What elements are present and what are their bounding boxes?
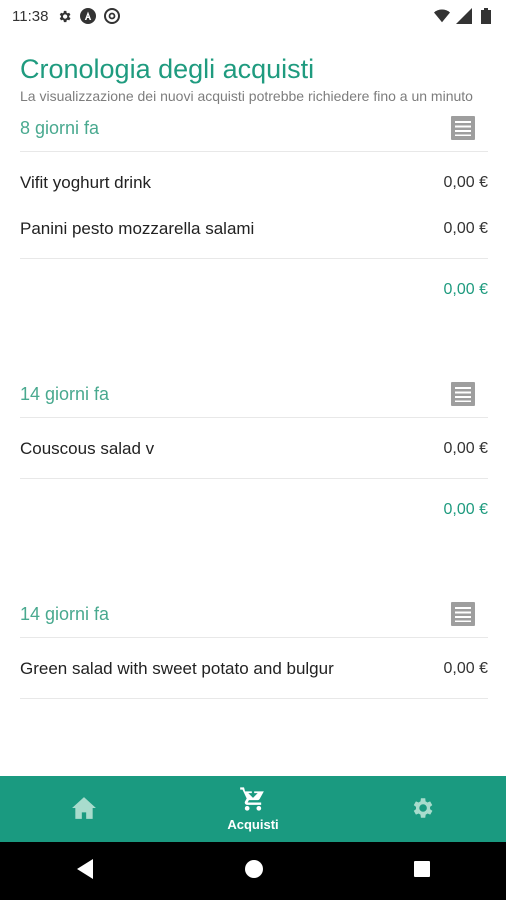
system-nav-bar [0,842,506,900]
item-name: Vifit yoghurt drink [20,173,152,192]
status-right [434,8,494,24]
item-price: 0,00 € [443,174,488,191]
receipt-icon[interactable] [450,115,476,141]
items-list: Couscous salad v 0,00 € [20,418,488,479]
item-name: Couscous salad v [20,439,155,458]
wifi-icon [434,8,450,24]
gear-icon [56,8,72,24]
list-item[interactable]: Panini pesto mozzarella salami 0,00 € [20,206,488,252]
list-item[interactable]: Couscous salad v 0,00 € [20,426,488,472]
nav-label: Acquisti [227,817,279,832]
gear-icon [409,795,435,824]
page-subtitle: La visualizzazione dei nuovi acquisti po… [20,88,473,104]
receipt-icon[interactable] [450,601,476,627]
home-icon [71,796,97,823]
back-icon[interactable] [75,858,95,885]
group-date: 14 giorni fa [20,603,110,624]
group-date: 8 giorni fa [20,117,100,138]
item-name: Green salad with sweet potato and bulgur [20,659,334,678]
item-name: Panini pesto mozzarella salami [20,219,255,238]
receipt-icon[interactable] [450,381,476,407]
list-item[interactable]: Green salad with sweet potato and bulgur… [20,646,488,692]
item-price: 0,00 € [443,660,488,677]
group-date: 14 giorni fa [20,383,110,404]
nav-purchases[interactable]: Acquisti [169,786,338,832]
page-title: Cronologia degli acquisti [20,54,315,84]
status-bar: 11:38 [0,0,506,32]
main-content: Cronologia degli acquisti La visualizzaz… [20,52,488,699]
item-price: 0,00 € [443,440,488,457]
purchase-group: 14 giorni fa Couscous salad v 0,00 € 0,0… [20,371,488,541]
group-total: 0,00 € [443,281,488,298]
group-header: 14 giorni fa [20,371,488,418]
recents-icon[interactable] [413,860,431,883]
status-time: 11:38 [12,7,49,25]
at-circle-icon [104,8,121,24]
battery-icon [478,8,494,24]
list-item[interactable]: Vifit yoghurt drink 0,00 € [20,160,488,206]
group-header: 8 giorni fa [20,105,488,152]
home-circle-icon[interactable] [244,859,264,884]
group-total: 0,00 € [443,501,488,518]
purchase-group: 8 giorni fa Vifit yoghurt drink 0,00 € P… [20,105,488,321]
purchase-group: 14 giorni fa Green salad with sweet pota… [20,591,488,699]
status-left: 11:38 [12,7,121,25]
cart-icon [239,786,267,815]
items-list: Green salad with sweet potato and bulgur… [20,638,488,699]
signal-icon [456,8,472,24]
bottom-nav: Acquisti [0,776,506,842]
group-header: 14 giorni fa [20,591,488,638]
nav-home[interactable] [0,796,169,823]
item-price: 0,00 € [443,220,488,237]
items-list: Vifit yoghurt drink 0,00 € Panini pesto … [20,152,488,259]
nav-settings[interactable] [337,795,506,824]
a-circle-icon [80,8,97,24]
